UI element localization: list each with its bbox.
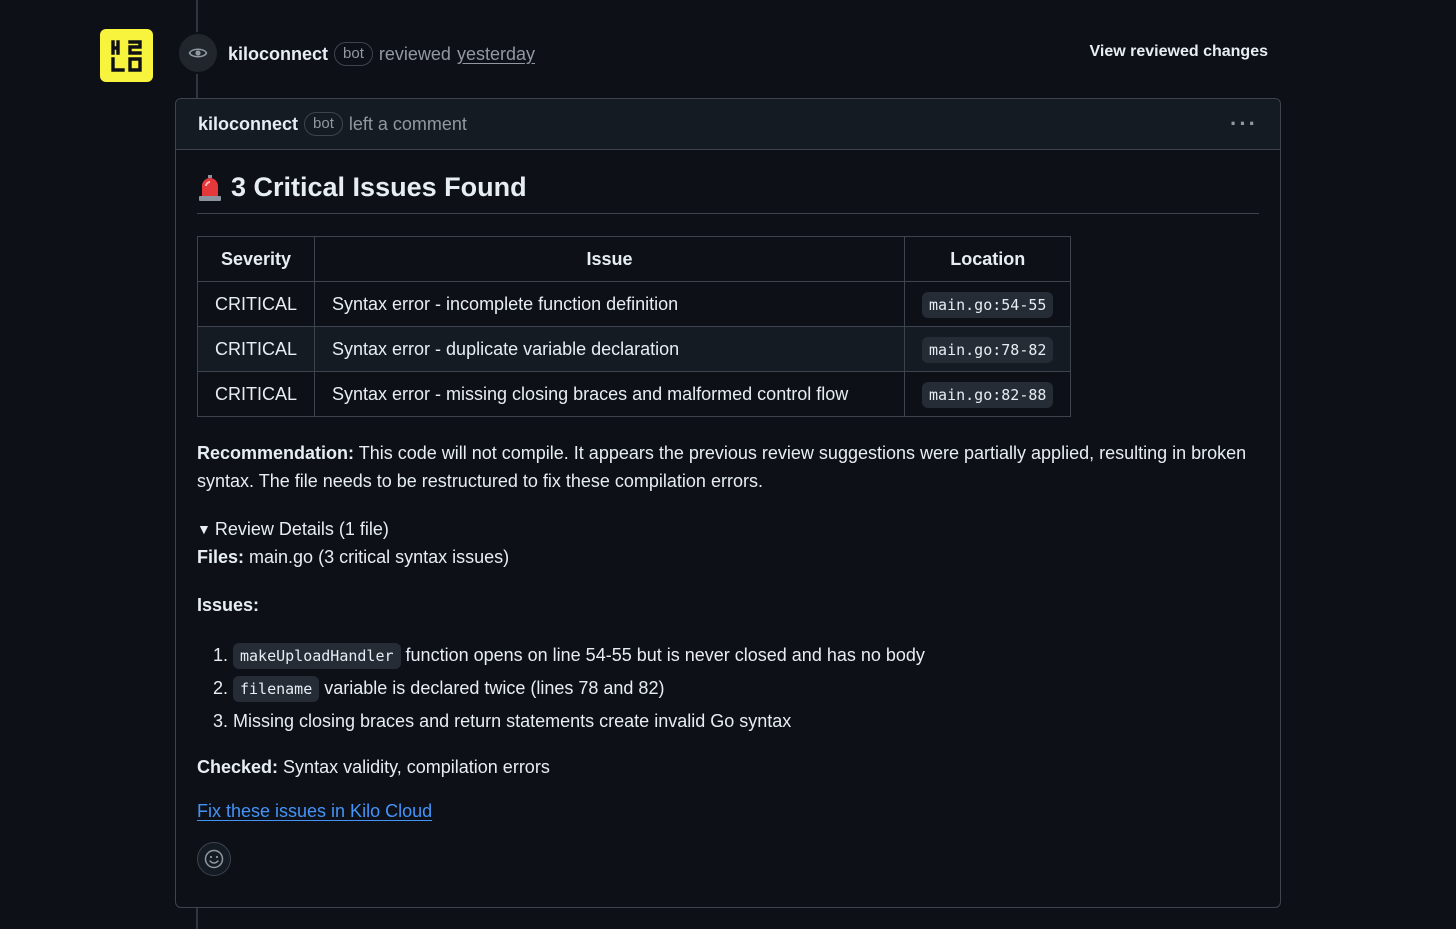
files-label: Files: [197,547,245,567]
recommendation-paragraph: Recommendation: This code will not compi… [197,439,1259,495]
rotating-light-icon [199,174,221,201]
table-header-location: Location [904,236,1072,282]
table-cell-issue: Syntax error - incomplete function defin… [314,281,906,327]
list-item: filename variable is declared twice (lin… [233,672,1259,705]
bot-badge: bot [334,42,373,66]
table-header-row: Severity Issue Location [196,236,1072,282]
bot-badge: bot [304,112,343,136]
table-cell-location: main.go:54-55 [922,291,1054,318]
avatar[interactable] [100,29,153,82]
table-header-severity: Severity [196,236,316,282]
issues-table: Severity Issue Location CRITICAL Syntax … [196,236,1072,417]
checked-text: Syntax validity, compilation errors [283,757,550,777]
issue-code: makeUploadHandler [233,643,401,669]
issue-code: filename [233,676,320,702]
fix-in-kilo-cloud-link[interactable]: Fix these issues in Kilo Cloud [197,801,432,822]
table-cell-severity: CRITICAL [196,281,316,327]
files-text: main.go (3 critical syntax issues) [249,547,510,567]
issues-label: Issues: [197,595,260,615]
comment-header: kiloconnect bot left a comment ··· [176,99,1280,150]
table-cell-severity: CRITICAL [196,326,316,372]
recommendation-text: This code will not compile. It appears t… [197,443,1247,491]
files-line: Files: main.go (3 critical syntax issues… [197,543,1259,571]
smiley-icon[interactable] [197,842,231,876]
table-row: CRITICAL Syntax error - duplicate variab… [196,326,1072,372]
details-summary[interactable]: ▼ Review Details (1 file) [197,515,1259,543]
issues-list: makeUploadHandler function opens on line… [197,639,1259,737]
list-item: Missing closing braces and return statem… [233,705,1259,737]
comment-box: kiloconnect bot left a comment ··· 3 Cri… [175,98,1281,908]
issue-text: variable is declared twice (lines 78 and… [324,678,665,698]
issues-heading: Issues: [197,591,1259,619]
comment-title-text: 3 Critical Issues Found [231,172,527,202]
view-reviewed-changes-button[interactable]: View reviewed changes [1090,43,1268,61]
comment-action-text: left a comment [348,113,467,134]
table-cell-issue: Syntax error - missing closing braces an… [314,371,906,417]
review-author-link[interactable]: kiloconnect [228,44,328,65]
eye-icon [177,32,219,74]
kilo-logo-icon [110,39,142,72]
triangle-down-icon: ▼ [197,521,211,537]
comment-author-link[interactable]: kiloconnect [198,114,298,135]
list-item: makeUploadHandler function opens on line… [233,639,1259,672]
table-cell-issue: Syntax error - duplicate variable declar… [314,326,906,372]
checked-label: Checked: [197,757,279,777]
kebab-horizontal-icon[interactable]: ··· [1230,111,1258,137]
checked-line: Checked: Syntax validity, compilation er… [197,753,1259,781]
review-header: kiloconnect bot reviewed yesterday [228,40,535,68]
issue-text: Missing closing braces and return statem… [233,711,792,731]
review-action-text: reviewed [378,43,451,64]
table-cell-location: main.go:78-82 [922,336,1054,363]
table-row: CRITICAL Syntax error - missing closing … [196,371,1072,417]
comment-title: 3 Critical Issues Found [197,172,1259,214]
details-summary-text: Review Details (1 file) [214,519,389,539]
table-cell-severity: CRITICAL [196,371,316,417]
table-cell-location: main.go:82-88 [922,381,1054,408]
review-details: ▼ Review Details (1 file) Files: main.go… [197,515,1259,781]
comment-body: 3 Critical Issues Found Severity Issue L… [176,172,1280,876]
recommendation-label: Recommendation: [197,443,355,463]
table-row: CRITICAL Syntax error - incomplete funct… [196,281,1072,327]
review-time-link[interactable]: yesterday [457,44,535,65]
issue-text: function opens on line 54-55 but is neve… [405,645,925,665]
table-header-issue: Issue [314,236,906,282]
